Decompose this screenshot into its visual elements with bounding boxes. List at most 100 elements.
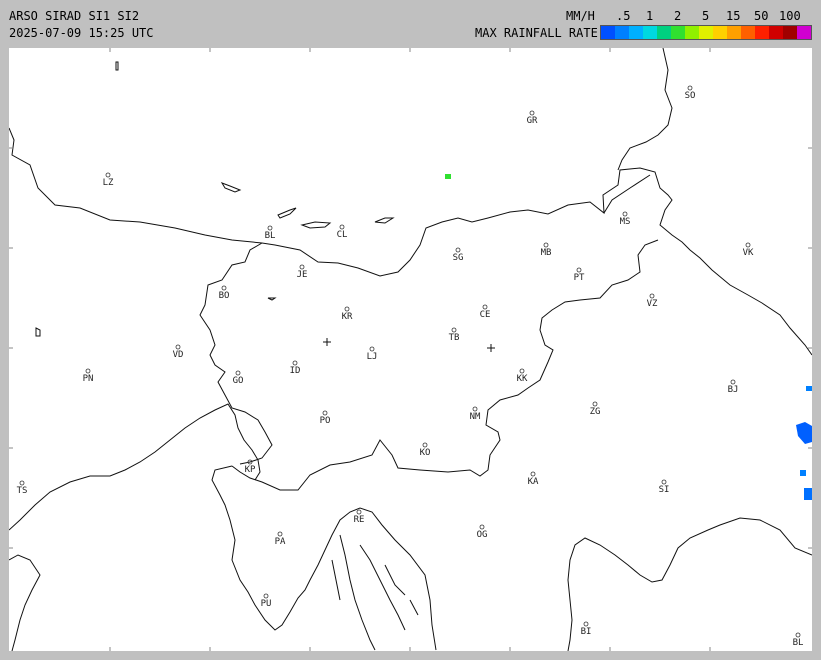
place-label: KP [245, 465, 256, 475]
coast-istria [211, 465, 437, 651]
place-so: SO [685, 85, 695, 101]
rain-cell [800, 470, 806, 476]
scale-swatch [671, 26, 685, 39]
place-label: GO [233, 376, 244, 386]
place-label: MS [620, 217, 631, 227]
place-marker [543, 242, 549, 248]
place-marker [583, 621, 589, 627]
radar-site-2 [487, 344, 495, 352]
place-marker [19, 480, 25, 486]
place-marker [592, 401, 598, 407]
place-label: PT [574, 273, 585, 283]
place-label: LZ [103, 178, 114, 188]
place-marker [795, 632, 801, 638]
legend-tick: 15 [726, 9, 741, 23]
rain-cell [804, 488, 812, 500]
place-marker [235, 370, 241, 376]
place-marker [745, 242, 751, 248]
lake-4 [374, 217, 395, 224]
place-ms: MS [620, 211, 631, 227]
place-id: ID [290, 360, 301, 376]
place-label: KO [420, 448, 431, 458]
place-label: PN [83, 374, 94, 384]
place-vk: VK [743, 242, 754, 258]
place-vd: VD [173, 344, 184, 360]
place-marker [339, 224, 345, 230]
place-label: JE [297, 270, 308, 280]
place-ce: CE [480, 304, 490, 320]
scale-swatch [699, 26, 713, 39]
place-label: VK [743, 248, 754, 258]
scale-swatch [629, 26, 643, 39]
place-marker [322, 410, 328, 416]
place-marker [369, 346, 375, 352]
legend-tick: .5 [616, 9, 631, 23]
place-label: CL [337, 230, 348, 240]
place-marker [576, 267, 582, 273]
border-austria [9, 127, 812, 356]
place-marker [455, 247, 461, 253]
place-marker [687, 85, 693, 91]
place-bl: BL [793, 632, 803, 648]
place-marker [344, 306, 350, 312]
place-go: GO [233, 370, 244, 386]
radar-site-1 [323, 338, 331, 346]
place-je: JE [297, 264, 308, 280]
place-label: BI [581, 627, 592, 637]
place-marker [356, 509, 362, 515]
place-label: VZ [647, 299, 658, 309]
legend-tick: 100 [779, 9, 801, 23]
border-north [603, 48, 673, 214]
place-label: PA [275, 537, 286, 547]
place-label: VD [173, 350, 184, 360]
place-label: KA [528, 477, 539, 487]
place-gr: GR [527, 110, 538, 126]
rain-cell [806, 386, 812, 391]
legend-tick: 50 [754, 9, 769, 23]
place-pt: PT [574, 267, 585, 283]
place-marker [661, 479, 667, 485]
place-lj: LJ [367, 346, 377, 362]
color-scale [600, 25, 812, 40]
scale-swatch [713, 26, 727, 39]
place-si: SI [659, 479, 669, 495]
place-label: ZG [590, 407, 601, 417]
place-ts: TS [17, 480, 28, 496]
title-line-2: 2025-07-09 15:25 UTC [9, 26, 154, 40]
legend-tick: 5 [702, 9, 710, 23]
rain-cell [796, 422, 812, 444]
legend-tick: 2 [674, 9, 682, 23]
place-marker [530, 471, 536, 477]
scale-swatch [727, 26, 741, 39]
legend-units: MM/H [566, 9, 595, 23]
place-lz: LZ [103, 172, 114, 188]
place-label: BL [265, 231, 276, 241]
border-slovenia-west [199, 242, 273, 465]
place-bi: BI [581, 621, 592, 637]
scale-swatch [797, 26, 811, 39]
place-kr: KR [342, 306, 353, 322]
place-marker [221, 285, 227, 291]
place-pu: PU [261, 593, 271, 609]
scale-swatch [755, 26, 769, 39]
scale-swatch [643, 26, 657, 39]
place-label: KR [342, 312, 353, 322]
place-sg: SG [453, 247, 463, 263]
place-marker [267, 225, 273, 231]
rain-cell [445, 174, 451, 179]
place-marker [730, 379, 736, 385]
place-marker [299, 264, 305, 270]
legend-tick: 1 [646, 9, 654, 23]
place-cl: CL [337, 224, 348, 240]
place-marker [482, 304, 488, 310]
place-label: TS [17, 486, 28, 496]
place-label: ID [290, 366, 301, 376]
place-marker [529, 110, 535, 116]
legend-label: MAX RAINFALL RATE [475, 26, 598, 40]
place-bl: BL [265, 225, 276, 241]
place-vz: VZ [647, 293, 658, 309]
place-ko: KO [420, 442, 431, 458]
radar-map[interactable]: SO GR LZ MS BL CL MB VK SG JE PT BO KR CE VZ TB VD LJ PN ID… [9, 48, 812, 651]
place-label: BO [219, 291, 230, 301]
border-croatia-south [567, 517, 812, 651]
